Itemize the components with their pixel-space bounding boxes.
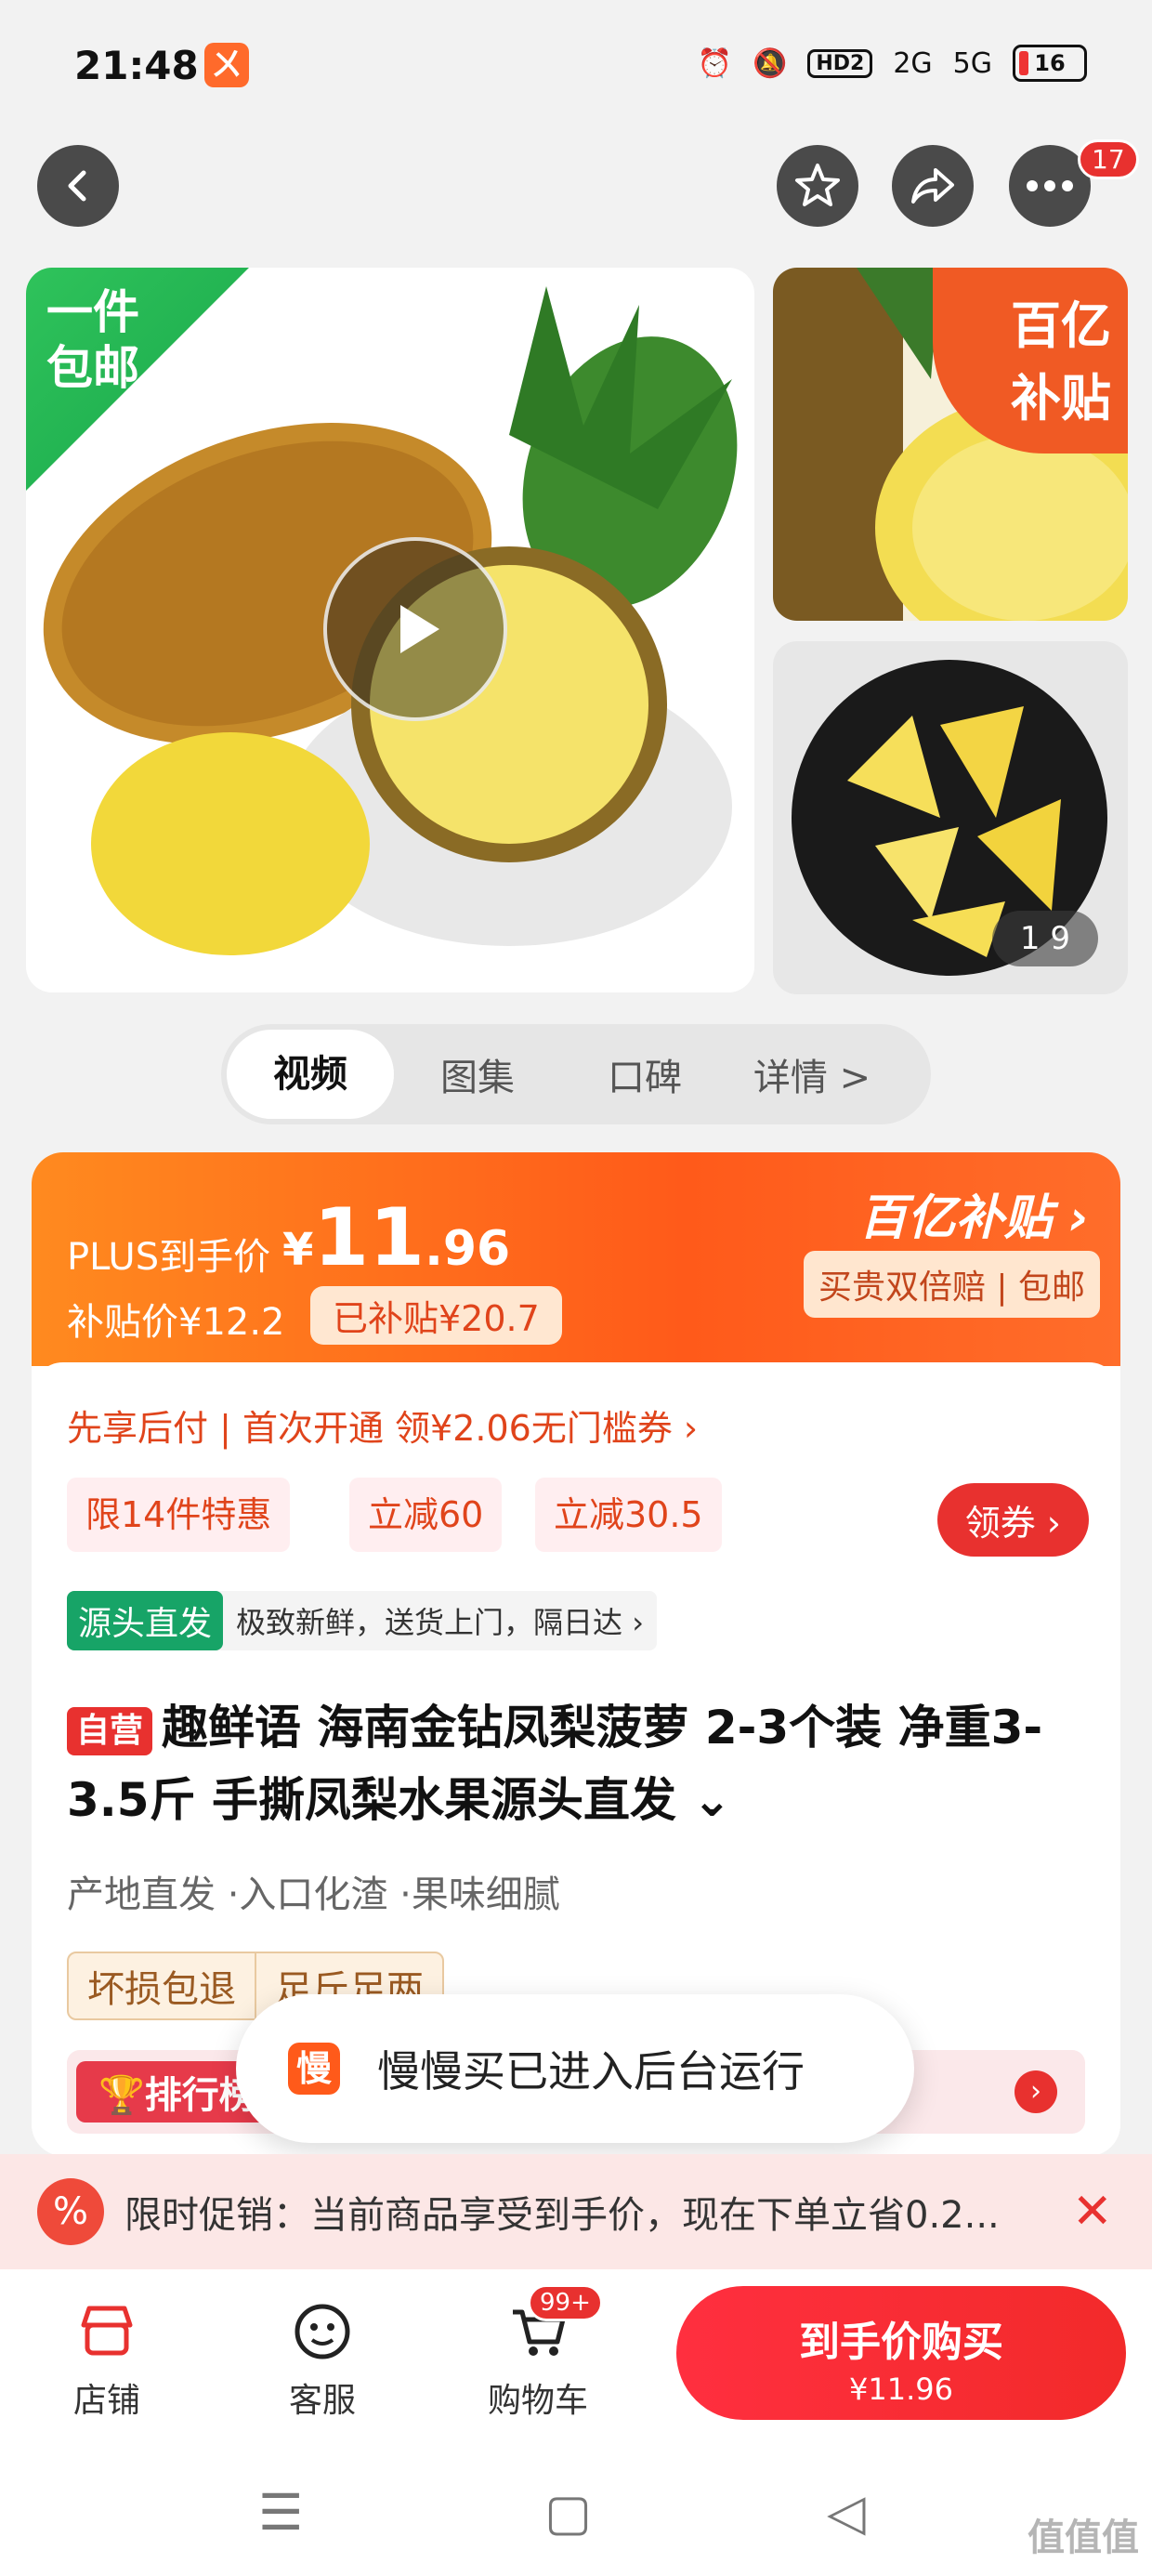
- main-product-image[interactable]: 一件 包邮: [26, 268, 754, 992]
- price-guarantee-badge: 买贵双倍赔 | 包邮: [803, 1251, 1100, 1318]
- system-navigation-bar: ☰ ▢ ◁ 值值值: [0, 2455, 1152, 2576]
- app-logo-icon: 慢: [288, 2043, 340, 2095]
- background-toast: 慢 慢慢买已进入后台运行: [236, 1994, 914, 2143]
- direct-source-row[interactable]: 源头直发 极致新鲜，送货上门，隔日达 ›: [67, 1591, 657, 1650]
- message-count-badge: 17: [1078, 139, 1139, 179]
- cart-count-badge: 99+: [528, 2284, 603, 2321]
- product-features: 产地直发 ·入口化渣 ·果味细腻: [67, 1873, 560, 1916]
- price-banner: PLUS到手价 ¥11.96 补贴价¥12.2 已补贴¥20.7 百亿补贴 › …: [32, 1152, 1120, 1366]
- tab-reviews[interactable]: 口碑: [561, 1047, 728, 1101]
- status-icons: ⏰ 🔕 HD2 2G 5G 16: [698, 45, 1087, 82]
- back-nav-icon[interactable]: ◁: [827, 2483, 866, 2542]
- shop-button[interactable]: 店铺: [37, 2299, 177, 2422]
- play-video-button[interactable]: [323, 537, 507, 721]
- toast-message: 慢慢买已进入后台运行: [377, 2046, 805, 2096]
- plus-price-label: PLUS到手价: [67, 1236, 271, 1279]
- promo-discount-60[interactable]: 立减60: [349, 1478, 503, 1552]
- promotion-text: 限时促销：当前商品享受到手价，现在下单立省0.2...: [124, 2194, 1000, 2237]
- get-coupon-button[interactable]: 领券 ›: [936, 1483, 1089, 1557]
- chevron-right-icon: ›: [1015, 2070, 1057, 2113]
- plus-price: ¥11.96: [282, 1191, 511, 1284]
- share-button[interactable]: [892, 145, 974, 227]
- subsidy-price: 补贴价¥12.2: [67, 1301, 285, 1344]
- star-icon: [795, 164, 840, 206]
- back-button[interactable]: [37, 145, 119, 227]
- buy-now-button[interactable]: 到手价购买 ¥11.96: [676, 2286, 1126, 2420]
- direct-source-desc: 极致新鲜，送货上门，隔日达 ›: [236, 1605, 644, 1640]
- direct-source-tag: 源头直发: [67, 1591, 224, 1650]
- billion-subsidy-logo[interactable]: 百亿补贴 ›: [858, 1178, 1089, 1248]
- thumbnail-image-1[interactable]: 百亿 补贴: [773, 268, 1128, 621]
- buy-now-label: 到手价购买: [799, 2319, 1003, 2366]
- buy-now-price: ¥11.96: [849, 2372, 953, 2407]
- shop-icon: [37, 2299, 177, 2373]
- shop-label: 店铺: [72, 2382, 140, 2420]
- chevron-left-icon: [68, 170, 86, 202]
- bottom-action-bar: 店铺 客服 购物车 99+ 到手价购买 ¥11.96: [0, 2269, 1152, 2455]
- signal-5g-icon: 5G: [952, 46, 992, 80]
- customer-service-label: 客服: [288, 2382, 356, 2420]
- subsidy-saved-badge: 已补贴¥20.7: [310, 1286, 562, 1345]
- hd2-icon: HD2: [807, 48, 873, 78]
- customer-service-button[interactable]: 客服: [253, 2299, 392, 2422]
- image-counter: 1 9: [991, 911, 1098, 966]
- thumbnail-image-2[interactable]: 1 9: [773, 641, 1128, 994]
- media-tabs: 视频 图集 口碑 详情 >: [221, 1024, 931, 1124]
- menu-icon[interactable]: ☰: [258, 2483, 303, 2542]
- more-dots-icon: [1027, 180, 1073, 191]
- promo-discount-30-5[interactable]: 立减30.5: [535, 1478, 722, 1552]
- alarm-icon: ⏰: [697, 46, 732, 80]
- product-title-text: 趣鲜语 海南金钻凤梨菠萝 2-3个装 净重3-3.5斤 手撕凤梨水果源头直发 ⌄: [67, 1701, 1043, 1827]
- app-notification-icon: ㄨ: [204, 43, 249, 87]
- self-operated-tag: 自营: [67, 1706, 153, 1755]
- clock: 21:48: [74, 43, 199, 88]
- chat-face-icon: [253, 2299, 392, 2373]
- favorite-button[interactable]: [777, 145, 858, 227]
- pay-later-offer[interactable]: 先享后付 | 首次开通 领¥2.06无门槛券 ›: [67, 1400, 698, 1451]
- tab-gallery[interactable]: 图集: [394, 1047, 561, 1101]
- watermark: 值值值: [1028, 2517, 1139, 2559]
- play-icon: [400, 605, 439, 653]
- tab-details[interactable]: 详情 >: [728, 1047, 896, 1101]
- signal-2g-icon: 2G: [893, 46, 933, 80]
- mute-icon: 🔕: [752, 46, 788, 80]
- tab-video[interactable]: 视频: [227, 1030, 394, 1119]
- cart-label: 购物车: [487, 2382, 588, 2420]
- close-icon[interactable]: ✕: [1072, 2184, 1113, 2240]
- promotion-strip[interactable]: % 限时促销：当前商品享受到手价，现在下单立省0.2... ✕: [0, 2154, 1152, 2269]
- battery-icon: 16: [1013, 45, 1087, 82]
- status-bar: 21:48 ㄨ ⏰ 🔕 HD2 2G 5G 16: [0, 0, 1152, 139]
- promo-limited-offer[interactable]: 限14件特惠: [67, 1478, 291, 1552]
- share-icon: [911, 168, 954, 204]
- home-icon[interactable]: ▢: [544, 2483, 592, 2542]
- free-shipping-label: 一件 包邮: [46, 285, 139, 395]
- discount-icon: %: [37, 2178, 104, 2245]
- service-tag-damage-refund: 坏损包退: [87, 1968, 236, 2011]
- product-title[interactable]: 自营 趣鲜语 海南金钻凤梨菠萝 2-3个装 净重3-3.5斤 手撕凤梨水果源头直发…: [67, 1691, 1080, 1836]
